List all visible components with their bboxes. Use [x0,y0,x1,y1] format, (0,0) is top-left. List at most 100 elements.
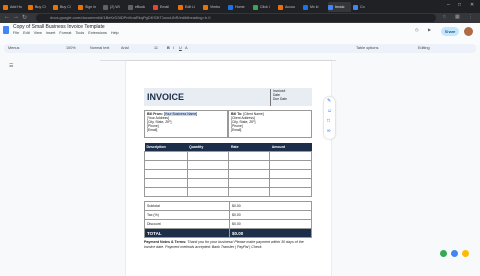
editing-mode-select[interactable]: Editing [418,46,430,50]
bold-button[interactable]: B [167,46,170,50]
payment-notes[interactable]: Payment Notes & Terms: Thank you for you… [144,240,314,250]
zoom-select[interactable]: 100% [66,46,76,50]
browser-tab[interactable]: Email [153,2,176,12]
column-header-amount: Amount [269,143,312,152]
vertical-ruler[interactable] [0,58,5,270]
browser-tab[interactable]: Edit Li [178,2,201,12]
font-size-input[interactable]: 11 [154,46,158,50]
total-value[interactable]: $0.00 [229,228,312,238]
table-cell[interactable] [186,169,230,179]
bill-to-box[interactable]: Bill To: [Client Name] [Client Address] … [228,110,312,138]
line-items-table[interactable]: Description Quantity Rate Amount [144,143,312,197]
table-cell[interactable] [269,160,312,170]
browser-tab[interactable]: Add Ho [3,2,26,12]
browser-tab[interactable]: Buy Cl [28,2,51,12]
table-cell[interactable] [269,169,312,179]
browser-tab[interactable]: Click l [253,2,276,12]
browser-tab[interactable]: Vimbo [203,2,226,12]
menu-item-help[interactable]: Help [111,31,119,35]
suggest-edits-icon[interactable]: □ [327,118,330,124]
table-cell[interactable] [144,160,188,170]
browser-menu-icon[interactable]: ⋮ [468,14,473,20]
document-outline-icon[interactable]: ☰ [9,63,13,69]
table-row[interactable] [144,169,312,179]
browser-tab[interactable]: Sign in [78,2,101,12]
explore-icon[interactable] [451,250,458,257]
menus-search[interactable]: Menus [8,46,19,50]
table-cell[interactable] [228,178,271,188]
tab-label: Edit Li [185,5,195,9]
table-cell[interactable] [144,178,188,188]
address-bar[interactable]: docs.google.com/document/d/1BeKrD3tDPnHo… [36,14,436,22]
keep-icon[interactable] [462,250,469,257]
subtotal-value[interactable]: $0.00 [229,201,312,211]
table-cell[interactable] [269,151,312,161]
table-row[interactable] [144,178,312,188]
forward-icon[interactable]: → [13,14,19,20]
style-select[interactable]: Normal text [90,46,109,50]
menu-item-tools[interactable]: Tools [75,31,84,35]
table-cell[interactable] [144,169,188,179]
link-icon[interactable]: ∞ [327,128,331,134]
browser-tab[interactable]: Home [228,2,251,12]
minimize-icon[interactable]: – [447,2,450,8]
column-header-description: Description [144,143,188,152]
table-row[interactable] [144,151,312,161]
emoji-reaction-icon[interactable]: ☺ [327,108,332,114]
table-cell[interactable] [186,151,230,161]
menu-item-file[interactable]: File [13,31,19,35]
history-icon[interactable]: ◷ [415,27,419,32]
menu-item-extensions[interactable]: Extensions [88,31,107,35]
share-button[interactable]: Share [441,27,459,36]
menu-item-insert[interactable]: Insert [46,31,56,35]
assistant-icon[interactable] [440,250,447,257]
underline-button[interactable]: U [179,46,182,50]
table-cell[interactable] [144,187,188,197]
browser-tab[interactable]: Co [353,2,376,12]
discount-value[interactable]: $0.00 [229,219,312,229]
table-cell[interactable] [269,178,312,188]
table-cell[interactable] [269,187,312,197]
table-cell[interactable] [186,160,230,170]
back-icon[interactable]: ← [4,14,10,20]
font-select[interactable]: Arial [121,46,129,50]
browser-tab[interactable]: Buy Cl [53,2,76,12]
bill-from-box[interactable]: Bill From: [Your Business Name] [Your Ad… [144,110,228,138]
table-cell[interactable] [228,160,271,170]
menu-item-edit[interactable]: Edit [23,31,30,35]
table-options-button[interactable]: Table options [356,46,378,50]
meet-icon[interactable]: ▶ [428,27,431,32]
extensions-icon[interactable]: ▦ [455,14,460,20]
google-docs-icon[interactable] [3,26,9,34]
menu-item-format[interactable]: Format [59,31,71,35]
browser-tab[interactable]: Invoic [328,2,351,12]
tab-favicon-icon [3,4,8,10]
table-cell[interactable] [186,178,230,188]
reload-icon[interactable]: ↻ [22,14,27,21]
close-icon[interactable]: ✕ [470,2,474,8]
add-comment-icon[interactable]: ✎ [327,98,331,104]
browser-tab[interactable]: (2) Wl [103,2,126,12]
table-cell[interactable] [228,151,271,161]
table-cell[interactable] [228,187,271,197]
bookmark-star-icon[interactable]: ☆ [442,14,446,20]
tab-label: Add Ho [10,5,22,9]
table-cell[interactable] [228,169,271,179]
table-cell[interactable] [144,151,188,161]
table-cell[interactable] [186,187,230,197]
avatar[interactable] [464,27,473,36]
table-row[interactable] [144,187,312,197]
browser-tab[interactable]: eBook [128,2,151,12]
tab-favicon-icon [178,4,183,10]
menu-item-view[interactable]: View [34,31,42,35]
document-title[interactable]: Copy of Small Business Invoice Template [13,24,105,30]
maximize-icon[interactable]: □ [458,2,461,8]
browser-tab[interactable]: Accou [278,2,301,12]
totals-table[interactable]: Subtotal $0.00 Tax (%) $0.00 Discount $0.00… [144,201,312,238]
text-color-button[interactable]: A [185,46,188,50]
browser-tab[interactable]: Mv ki [303,2,326,12]
italic-button[interactable]: I [173,46,174,50]
tax-value[interactable]: $0.00 [229,210,312,220]
tab-label: Buy Cl [60,5,71,9]
table-row[interactable] [144,160,312,170]
